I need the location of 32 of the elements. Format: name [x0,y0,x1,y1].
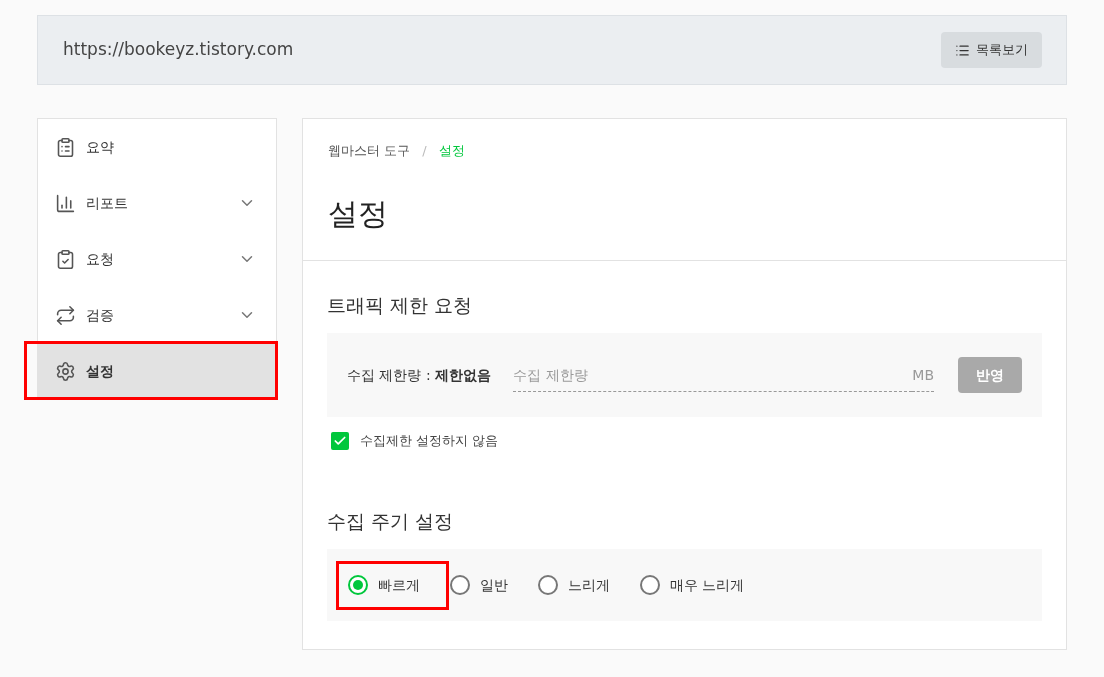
radio-button[interactable] [450,575,470,595]
unit-label: MB [912,358,934,392]
radio-button[interactable] [640,575,660,595]
sidebar-label: 요청 [86,249,115,269]
radio-button[interactable] [348,575,368,595]
clipboard-check-icon [55,248,76,270]
sidebar-label: 요약 [86,137,115,157]
radio-option[interactable]: 느리게 [538,574,610,596]
sidebar-label: 검증 [86,305,115,325]
repeat-arrows-icon [55,304,76,326]
limit-label: 수집 제한량 : 제한없음 [347,365,492,385]
sidebar-label: 리포트 [86,193,129,213]
checkbox-label: 수집제한 설정하지 않음 [360,432,499,450]
limit-input-field[interactable]: 수집 제한량 [513,358,913,392]
checkbox[interactable] [331,431,349,450]
clipboard-icon [55,136,76,158]
settings-icon [55,360,76,382]
list-view-button[interactable]: 목록보기 [941,32,1042,68]
sidebar-label: 설정 [86,361,115,381]
breadcrumb-separator: / [422,142,427,160]
radio-button[interactable] [538,575,558,595]
radio-option[interactable]: 일반 [450,574,508,596]
bar-chart-icon [55,192,76,214]
radio-option[interactable]: 빠르게 [348,574,420,596]
breadcrumb-link[interactable]: 웹마스터 도구 [328,141,411,161]
section-heading: 수집 주기 설정 [327,508,455,534]
page-title: 설정 [328,194,389,233]
list-icon [955,42,970,58]
site-url: https://bookeyz.tistory.com [63,38,294,62]
radio-option[interactable]: 매우 느리게 [640,574,745,596]
sidebar-item[interactable]: 설정 [38,343,276,399]
section-heading: 트래픽 제한 요청 [327,292,474,318]
